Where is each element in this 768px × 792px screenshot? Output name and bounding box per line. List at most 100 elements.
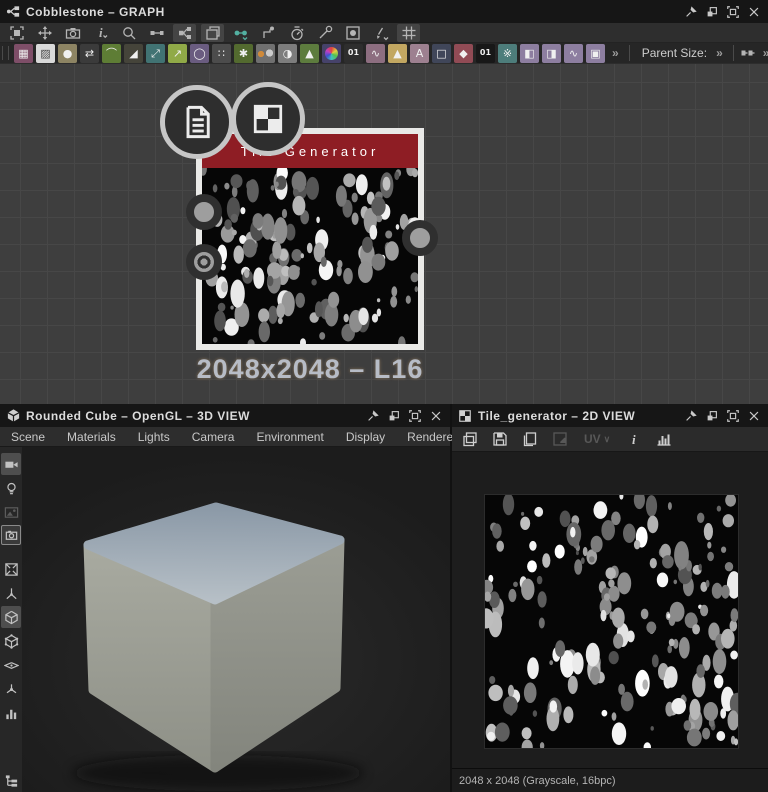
node-bnw-spots[interactable]: ※ <box>498 43 517 63</box>
node-uniform-color[interactable]: ◧ <box>520 43 539 63</box>
tool-info-display[interactable]: i <box>89 24 112 42</box>
window-pin-button[interactable] <box>680 3 701 21</box>
view3d-pin-button[interactable] <box>362 407 383 425</box>
node-blur[interactable]: ● <box>58 43 77 63</box>
output-port[interactable] <box>402 220 438 256</box>
graph-canvas[interactable]: Tile Generator 2048x2048 – L16 <box>0 64 768 404</box>
view3d-tool-light-bulb[interactable] <box>1 477 21 499</box>
node-curve[interactable]: ∿ <box>366 43 385 63</box>
node-gradient-map[interactable]: ◑ <box>278 43 297 63</box>
node-svg-node[interactable]: ▨ <box>36 43 55 63</box>
tool-stacked-windows[interactable] <box>201 23 224 42</box>
view2d-restore-button[interactable] <box>701 407 722 425</box>
tool-search-zoom[interactable] <box>117 24 140 42</box>
tool-grid-snap[interactable] <box>397 23 420 42</box>
tool-create-link[interactable] <box>229 24 252 42</box>
view2d-maximize-button[interactable] <box>722 407 743 425</box>
window-close-button[interactable] <box>743 3 764 21</box>
view3d-tool-environment-image[interactable] <box>1 501 21 523</box>
texture-preview[interactable] <box>484 494 739 749</box>
view2d-viewport[interactable] <box>452 452 768 768</box>
node-directional-blur[interactable]: ⇄ <box>80 43 99 63</box>
view3d-tool-wireframe-cube[interactable] <box>1 630 21 652</box>
node-levels[interactable]: ⌒ <box>102 43 121 63</box>
view3d-tool-fit-view[interactable] <box>1 558 21 580</box>
tool-tools-wrench[interactable] <box>313 24 336 42</box>
tool-link-tool[interactable] <box>145 24 168 42</box>
view3d-tool-geometry-cube[interactable] <box>1 606 21 628</box>
histogram-scan-icon: ▲ <box>305 46 314 60</box>
node-histogram-scan[interactable]: ▲ <box>300 43 319 63</box>
node-shape[interactable]: ◯ <box>190 43 209 63</box>
view3d-viewport[interactable] <box>0 447 450 792</box>
tool-screenshot-camera[interactable] <box>61 24 84 42</box>
node-flood-fill[interactable]: ◆ <box>454 43 473 63</box>
tool-timer[interactable] <box>285 24 308 42</box>
menu-environment[interactable]: Environment <box>245 430 334 444</box>
input-port-bottom[interactable] <box>186 244 222 280</box>
link-toolbar-overflow[interactable]: » <box>759 46 768 60</box>
view3d-tool-axes-gizmo[interactable] <box>1 582 21 604</box>
input-port-top[interactable] <box>186 194 222 230</box>
toolbar-grip[interactable] <box>8 46 9 60</box>
node-transformation-2d[interactable]: ⤢ <box>146 43 165 63</box>
node-text[interactable]: A <box>410 43 429 63</box>
view2d-pin-button[interactable] <box>680 407 701 425</box>
node-gradient-linear[interactable]: ◨ <box>542 43 561 63</box>
node-quantize[interactable]: 01 <box>476 43 495 63</box>
menu-materials[interactable]: Materials <box>56 430 127 444</box>
view3d-tool-stats-bars[interactable] <box>1 702 21 724</box>
menu-camera[interactable]: Camera <box>181 430 246 444</box>
node-bitmap[interactable]: ▦ <box>14 43 33 63</box>
view2d-close-button[interactable] <box>743 407 764 425</box>
tool-marquee-select[interactable] <box>5 24 28 42</box>
node-grunge-map[interactable]: ✱ <box>234 43 253 63</box>
node-header[interactable]: Tile Generator <box>202 134 418 168</box>
view2d-tool-copy-image[interactable] <box>458 429 482 450</box>
view3d-tool-scene-camera[interactable] <box>1 453 21 475</box>
view2d-tool-information[interactable]: i <box>622 429 646 450</box>
view2d-window-controls <box>680 407 764 425</box>
uv-dropdown[interactable]: UV ∨ <box>578 431 616 447</box>
view3d-tool-scene-tree[interactable] <box>1 770 21 792</box>
menu-display[interactable]: Display <box>335 430 396 444</box>
view3d-maximize-button[interactable] <box>404 407 425 425</box>
node-highpass[interactable]: ▲ <box>388 43 407 63</box>
window-maximize-button[interactable] <box>722 3 743 21</box>
node-blend[interactable] <box>256 43 275 63</box>
view2d-tool-save-image[interactable] <box>488 429 512 450</box>
node-slope-blur[interactable]: ◢ <box>124 43 143 63</box>
view3d-restore-button[interactable] <box>383 407 404 425</box>
tool-link-plugs[interactable] <box>740 44 756 62</box>
view3d-tool-camera-frame[interactable] <box>1 525 21 545</box>
node-curve-smooth[interactable]: ∿ <box>564 43 583 63</box>
tile-generator-node[interactable]: Tile Generator <box>196 128 424 350</box>
tool-fit-1-1[interactable] <box>33 24 56 42</box>
view2d-tool-duplicate-image[interactable] <box>518 429 542 450</box>
view3d-tool-turntable-fan[interactable] <box>1 678 21 700</box>
node-grayscale-conversion[interactable]: 01 <box>344 43 363 63</box>
parent-size-overflow[interactable]: » <box>712 46 727 60</box>
node-thumbnail[interactable] <box>202 168 418 344</box>
chevron-down-icon: ∨ <box>603 433 611 444</box>
menu-lights[interactable]: Lights <box>127 430 181 444</box>
checker-badge-icon[interactable] <box>231 82 305 156</box>
view2d-tool-histogram[interactable] <box>652 429 676 450</box>
toolbar-grip[interactable] <box>2 46 3 60</box>
window-restore-button[interactable] <box>701 3 722 21</box>
node-crop[interactable]: □ <box>432 43 451 63</box>
node-directional-warp[interactable]: ↗ <box>168 43 187 63</box>
node-splatter[interactable]: ∷ <box>212 43 231 63</box>
tool-graph-view[interactable] <box>173 23 196 42</box>
node-toolbar-overflow[interactable]: » <box>608 46 623 60</box>
menu-scene[interactable]: Scene <box>0 430 56 444</box>
node-transform-node[interactable]: ▣ <box>586 43 605 63</box>
tool-cleanup-brush[interactable] <box>369 24 392 42</box>
document-badge-icon[interactable] <box>160 85 234 159</box>
view3d-tool-ground-plane[interactable] <box>1 654 21 676</box>
tool-connector-elbow[interactable] <box>257 24 280 42</box>
view2d-tool-export-transform[interactable] <box>548 429 572 450</box>
tool-thumbnail-display[interactable] <box>341 24 364 42</box>
view3d-close-button[interactable] <box>425 407 446 425</box>
node-hsl[interactable] <box>322 43 341 63</box>
